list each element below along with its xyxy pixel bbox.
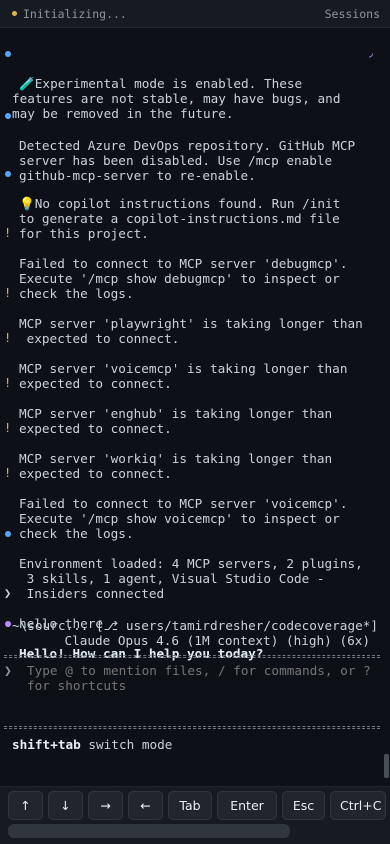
terminal-app: Initializing... Sessions ◞ 🧪Experimental… <box>0 0 390 844</box>
assistant-dot-icon <box>5 621 11 627</box>
prompt-input[interactable] <box>27 663 377 695</box>
info-dot-icon <box>5 51 11 57</box>
message-info: 🧪Experimental mode is enabled. These fea… <box>0 46 390 121</box>
message-text: Hello! How can I help you today? <box>19 646 264 661</box>
info-dot-icon <box>5 531 11 537</box>
prompt-chevron-icon: ❯ <box>4 664 12 679</box>
top-status-bar: Initializing... Sessions <box>0 0 390 28</box>
esc-key[interactable]: Esc <box>282 791 325 820</box>
warning-icon: ! <box>4 466 12 480</box>
hint-action: switch mode <box>88 737 173 752</box>
vertical-scrollbar[interactable] <box>384 754 389 778</box>
divider <box>4 728 380 729</box>
enter-key[interactable]: Enter <box>217 791 277 820</box>
warning-icon: ! <box>4 331 12 345</box>
terminal-output: 🧪Experimental mode is enabled. These fea… <box>0 28 390 661</box>
status-indicator: Initializing... <box>12 7 127 21</box>
hint-key: shift+tab <box>12 737 81 752</box>
shortcut-hint: shift+tab switch mode <box>12 737 172 752</box>
model-indicator: Claude Opus 4.6 (1M context) (high) (6x) <box>64 633 370 648</box>
warning-icon: ! <box>4 376 12 390</box>
warning-icon: ! <box>4 226 12 240</box>
warning-icon: ! <box>4 421 12 435</box>
status-dot-icon <box>12 11 17 16</box>
tab-key[interactable]: Tab <box>168 791 212 820</box>
prompt-area: ❯ <box>0 662 390 720</box>
message-warning: ! Failed to connect to MCP server 'debug… <box>0 226 390 301</box>
horizontal-scrollbar[interactable] <box>8 824 290 838</box>
arrow-left-key[interactable]: ← <box>128 791 163 820</box>
key-bar: ↑ ↓ → ← Tab Enter Esc Ctrl+C <box>0 786 390 844</box>
warning-icon: ! <box>4 286 12 300</box>
message-warning: ! Failed to connect to MCP server 'voice… <box>0 466 390 541</box>
info-dot-icon <box>5 171 11 177</box>
status-text: Initializing... <box>23 6 127 21</box>
arrow-up-key[interactable]: ↑ <box>8 791 43 820</box>
arrow-right-key[interactable]: → <box>88 791 123 820</box>
cwd-branch: ~\sourc... [⎇ users/tamirdresher/codecov… <box>12 618 378 633</box>
user-chevron-icon: ❯ <box>4 586 12 600</box>
divider <box>4 655 380 656</box>
divider <box>4 657 380 658</box>
message-info: Environment loaded: 4 MCP servers, 2 plu… <box>0 526 390 601</box>
info-dot-icon <box>5 113 11 119</box>
sessions-button[interactable]: Sessions <box>325 7 380 21</box>
message-info: Detected Azure DevOps repository. GitHub… <box>0 108 390 183</box>
arrow-down-key[interactable]: ↓ <box>48 791 83 820</box>
message-info: 💡No copilot instructions found. Run /ini… <box>0 166 390 241</box>
divider <box>4 726 380 727</box>
ctrl-c-key[interactable]: Ctrl+C <box>330 791 386 820</box>
